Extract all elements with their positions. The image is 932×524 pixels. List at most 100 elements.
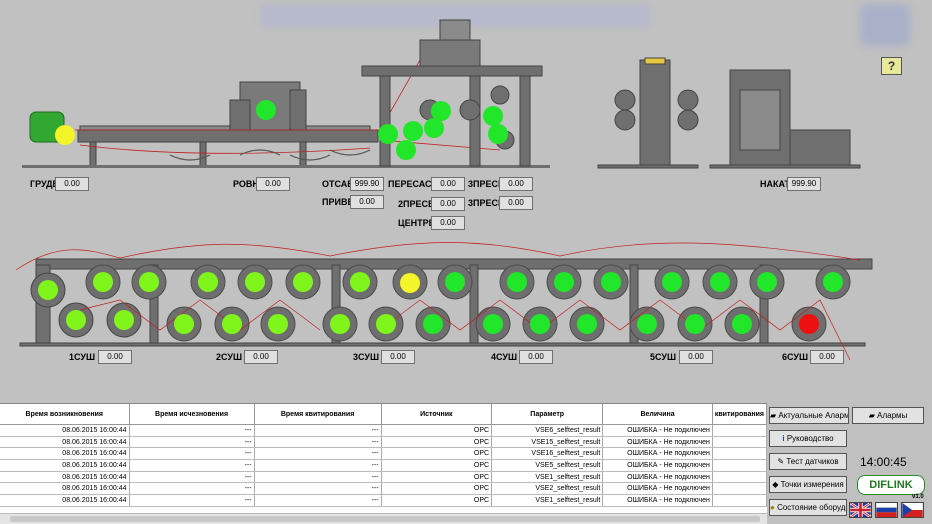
manual-button[interactable]: i Руководство	[769, 430, 847, 447]
scrollbar-thumb[interactable]	[10, 516, 760, 522]
sensor-test-label: Тест датчиков	[786, 457, 839, 466]
table-cell	[712, 424, 768, 437]
column-header-time-ack[interactable]: Время квитирования	[254, 404, 382, 425]
dryer-sensor[interactable]	[293, 272, 313, 292]
column-header-time-start[interactable]: Время возникновения	[0, 404, 130, 425]
active-alarms-button[interactable]: ▰ Актуальные Аларм	[769, 407, 849, 424]
dryer-sensor[interactable]	[400, 273, 420, 293]
table-cell: ОШИБКА - Не подключен	[602, 436, 713, 449]
sensor-press-5[interactable]	[396, 140, 416, 160]
diflink-logo: DIFLINK	[857, 475, 925, 495]
column-header-parameter[interactable]: Параметр	[491, 404, 604, 425]
field-value-4sush: 0.00	[519, 350, 553, 364]
dryer-sensor[interactable]	[330, 314, 350, 334]
sensor-press-3[interactable]	[424, 118, 444, 138]
dryer-sensor[interactable]	[93, 272, 113, 292]
dryer-sensor[interactable]	[114, 310, 134, 330]
language-cz-flag-icon[interactable]	[901, 502, 924, 518]
table-cell: VSE15_selftest_result	[491, 436, 604, 449]
language-en-flag-icon[interactable]	[849, 502, 872, 518]
language-ru-flag-icon[interactable]	[875, 502, 898, 518]
sensor-press-1[interactable]	[378, 124, 398, 144]
sensor-former-indicator[interactable]	[256, 100, 276, 120]
dryer-sensor[interactable]	[445, 272, 465, 292]
sensor-press-6[interactable]	[483, 106, 503, 126]
table-cell: ---	[129, 482, 255, 496]
field-label-5sush: 5СУШ	[650, 352, 677, 362]
table-cell: OPC	[381, 436, 493, 449]
table-cell: 08.06.2015 16:00:44	[0, 436, 130, 449]
table-cell: ОШИБКА - Не подключен	[602, 459, 713, 472]
dryer-sensor[interactable]	[530, 314, 550, 334]
table-cell	[712, 471, 768, 484]
measure-icon: ◆	[772, 480, 781, 489]
horizontal-scrollbar[interactable]	[0, 513, 767, 524]
dryer-sensor[interactable]	[685, 314, 705, 334]
dryer-sensor[interactable]	[268, 314, 288, 334]
table-cell: VSE5_selftest_result	[491, 459, 604, 472]
table-cell: 08.06.2015 16:00:44	[0, 424, 130, 437]
table-cell: ---	[129, 436, 255, 449]
sensor-press-7[interactable]	[488, 124, 508, 144]
alarm-grid: Время возникновения Время исчезновения В…	[0, 404, 768, 507]
active-alarms-label: Актуальные Аларм	[778, 411, 849, 420]
sensor-test-button[interactable]: ✎ Тест датчиков	[769, 453, 847, 470]
measure-points-button[interactable]: ◆ Точки измерения	[769, 476, 847, 493]
dryer-sensor[interactable]	[601, 272, 621, 292]
sensor-press-2[interactable]	[403, 121, 423, 141]
field-value-rovn: 0.00	[256, 177, 290, 191]
sensor-wire-indicator[interactable]	[55, 125, 75, 145]
manual-label: Руководство	[786, 434, 834, 443]
control-panel: ▰ Актуальные Аларм ▰ Алармы i Руководств…	[767, 403, 932, 523]
table-cell	[712, 482, 768, 496]
column-header-source[interactable]: Источник	[381, 404, 493, 425]
field-label-2presv: 2ПРЕСВ	[398, 199, 435, 209]
table-cell: VSE16_selftest_result	[491, 447, 604, 461]
table-row[interactable]: 08.06.2015 16:00:44 --- --- OPC VSE1_selftes…	[0, 471, 768, 484]
table-row[interactable]: 08.06.2015 16:00:44 --- --- OPC VSE5_selftes…	[0, 459, 768, 472]
table-cell: ---	[129, 424, 255, 437]
dryer-sensor-alarm[interactable]	[799, 314, 819, 334]
dryer-sensor[interactable]	[483, 314, 503, 334]
dryer-sensor[interactable]	[222, 314, 242, 334]
table-row[interactable]: 08.06.2015 16:00:44 --- --- OPC VSE15_selfte…	[0, 436, 768, 449]
dryer-sensor[interactable]	[710, 272, 730, 292]
table-row[interactable]: 08.06.2015 16:00:44 --- --- OPC VSE6_selftes…	[0, 424, 768, 437]
table-cell: ---	[254, 447, 382, 461]
dryer-sensor[interactable]	[350, 272, 370, 292]
column-header-value[interactable]: Величина	[602, 404, 713, 425]
dryer-sensor[interactable]	[637, 314, 657, 334]
column-header-ack[interactable]: квитирования	[712, 404, 768, 425]
dryer-sensor[interactable]	[66, 310, 86, 330]
dryer-sensor[interactable]	[423, 314, 443, 334]
dryer-sensor[interactable]	[174, 314, 194, 334]
equipment-state-button[interactable]: ● Состояние оборудо	[769, 499, 847, 516]
table-cell: VSE6_selftest_result	[491, 424, 604, 437]
dryer-sensor[interactable]	[554, 272, 574, 292]
dryer-sensor[interactable]	[732, 314, 752, 334]
dryer-sensor[interactable]	[198, 272, 218, 292]
dryer-sensor[interactable]	[376, 314, 396, 334]
wrench-icon: ✎	[777, 457, 787, 466]
table-row[interactable]: 08.06.2015 16:00:44 --- --- OPC VSE1_selftes…	[0, 494, 768, 507]
dryer-sensor[interactable]	[577, 314, 597, 334]
alarms-button[interactable]: ▰ Алармы	[852, 407, 924, 424]
dryer-sensor[interactable]	[507, 272, 527, 292]
bulb-icon: ●	[770, 503, 778, 512]
table-cell	[712, 459, 768, 472]
dryer-sensor[interactable]	[139, 272, 159, 292]
dryer-sensor[interactable]	[757, 272, 777, 292]
sensor-press-4[interactable]	[431, 101, 451, 121]
field-value-nakat: 999.90	[787, 177, 821, 191]
table-cell: OPC	[381, 459, 493, 472]
dryer-sensor[interactable]	[823, 272, 843, 292]
dryer-sensor[interactable]	[245, 272, 265, 292]
table-row[interactable]: 08.06.2015 16:00:44 --- --- OPC VSE16_selfte…	[0, 447, 768, 461]
column-header-time-end[interactable]: Время исчезновения	[129, 404, 255, 425]
measure-points-label: Точки измерения	[780, 480, 844, 489]
field-value-6sush: 0.00	[810, 350, 844, 364]
dryer-sensor[interactable]	[662, 272, 682, 292]
dryer-sensor[interactable]	[38, 280, 58, 300]
table-cell: VSE1_selftest_result	[491, 471, 604, 484]
table-row[interactable]: 08.06.2015 16:00:44 --- --- OPC VSE2_selftes…	[0, 482, 768, 496]
